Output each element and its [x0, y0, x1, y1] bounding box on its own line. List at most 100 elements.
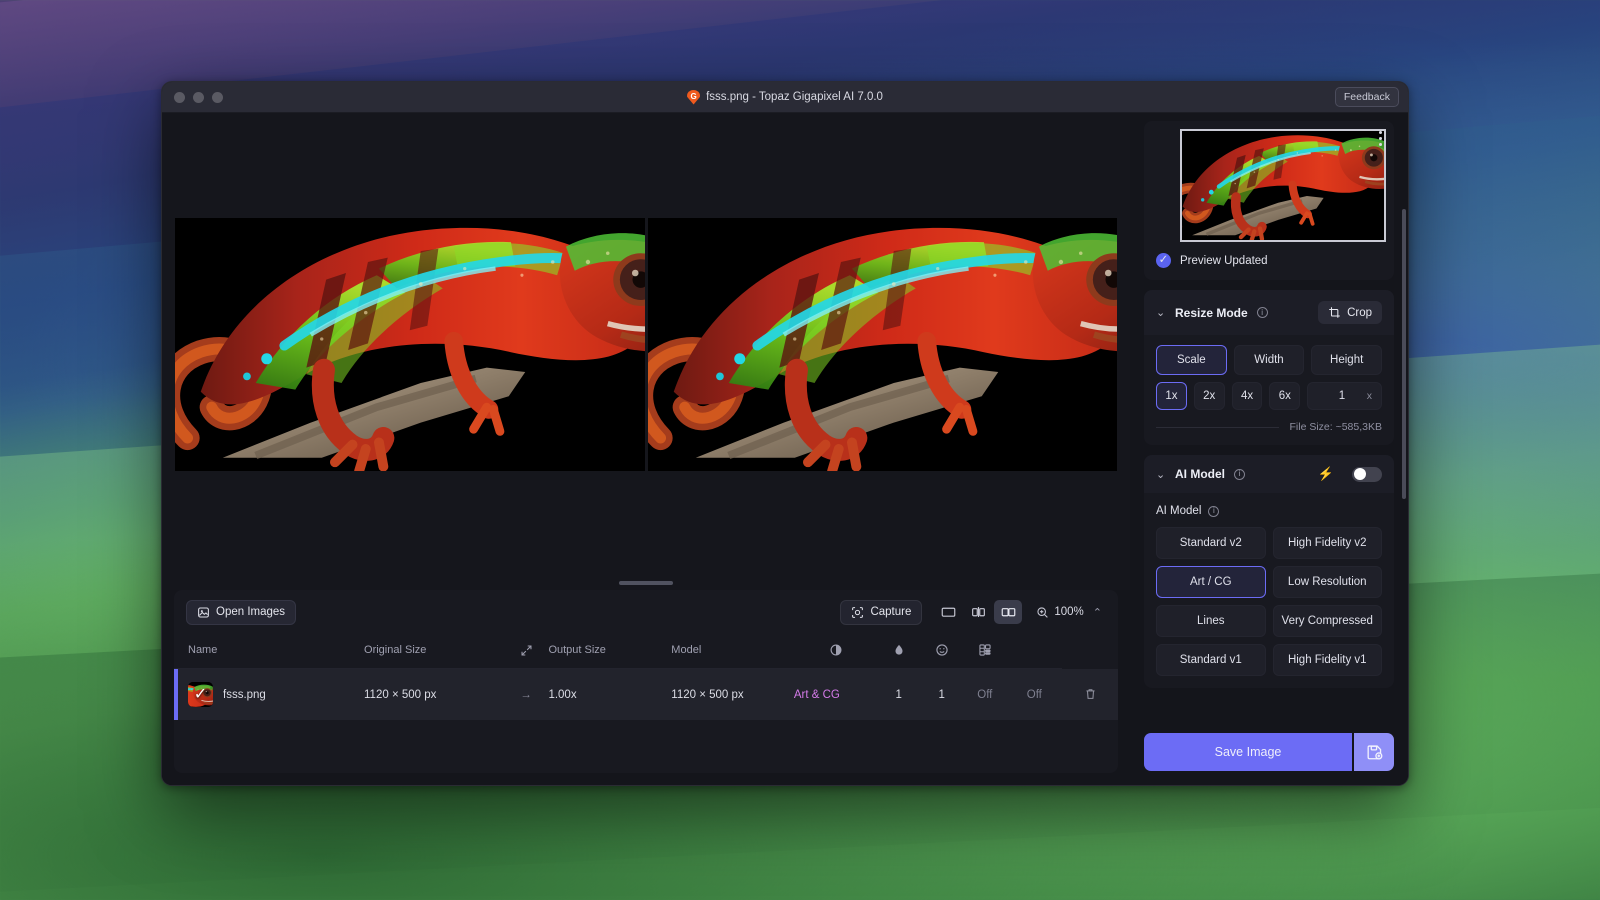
open-images-button[interactable]: Open Images [186, 600, 296, 625]
resize-mode-options[interactable]: Scale Width Height [1156, 345, 1382, 375]
chevron-down-icon[interactable]: ⌄ [1156, 468, 1166, 481]
color-adjust-icon[interactable] [963, 634, 1006, 669]
column-header-output-size[interactable]: Output Size [548, 634, 671, 669]
model-lines[interactable]: Lines [1156, 605, 1266, 637]
table-row[interactable]: ✓ fsss.png 1120 × 500 px → 1.00x 1120 × … [174, 669, 1118, 721]
resize-mode-header[interactable]: ⌄ Resize Mode i Crop [1144, 290, 1394, 335]
application-window: G fsss.png - Topaz Gigapixel AI 7.0.0 Fe… [161, 81, 1409, 786]
resize-mode-width[interactable]: Width [1234, 345, 1305, 375]
scale-preset-1x[interactable]: 1x [1156, 382, 1187, 410]
row-delete-button[interactable] [1062, 669, 1118, 721]
row-denoise-value[interactable]: 1 [920, 669, 963, 721]
row-color-adjust-value[interactable]: Off [1006, 669, 1062, 721]
resize-mode-scale[interactable]: Scale [1156, 345, 1227, 375]
table-body: ✓ fsss.png 1120 × 500 px → 1.00x 1120 × … [174, 669, 1118, 721]
image-icon [197, 606, 210, 619]
scale-preset-options[interactable]: 1x 2x 4x 6x 1 x [1156, 382, 1382, 410]
model-very-compressed[interactable]: Very Compressed [1273, 605, 1383, 637]
processed-image-pane[interactable] [648, 218, 1118, 471]
custom-scale-value: 1 [1317, 390, 1367, 402]
window-title: G fsss.png - Topaz Gigapixel AI 7.0.0 [162, 90, 1408, 105]
ai-model-header[interactable]: ⌄ AI Model i ⚡ [1144, 455, 1394, 493]
image-table: Name Original Size Output Size Model [174, 634, 1118, 720]
resize-mode-title: Resize Mode [1175, 306, 1248, 320]
original-image-pane[interactable] [175, 218, 645, 471]
comparison-viewer[interactable] [162, 113, 1130, 576]
split-view-button[interactable] [964, 600, 992, 624]
resize-mode-section: ⌄ Resize Mode i Crop [1144, 290, 1394, 445]
zoom-in-icon[interactable] [1036, 606, 1049, 619]
scale-preset-2x[interactable]: 2x [1194, 382, 1225, 410]
save-image-button[interactable]: Save Image [1144, 733, 1352, 771]
denoise-icon[interactable] [877, 634, 920, 669]
row-output-size: 1120 × 500 px [671, 669, 794, 721]
ai-model-title: AI Model [1175, 467, 1225, 481]
minimize-button[interactable] [193, 92, 204, 103]
ai-model-grid[interactable]: Standard v2 High Fidelity v2 Art / CG Lo… [1156, 527, 1382, 676]
maximize-button[interactable] [212, 92, 223, 103]
row-model[interactable]: Art & CG [794, 669, 877, 721]
model-high-fidelity-v1[interactable]: High Fidelity v1 [1273, 644, 1383, 676]
side-by-side-view-button[interactable] [994, 600, 1022, 624]
row-sharpen-value[interactable]: 1 [877, 669, 920, 721]
panel-resize-handle[interactable] [162, 576, 1130, 590]
row-arrow-icon: → [504, 669, 549, 721]
column-header-name[interactable]: Name [174, 634, 364, 669]
title-bar: G fsss.png - Topaz Gigapixel AI 7.0.0 Fe… [162, 82, 1408, 113]
ai-model-sub-label-row: AI Model i [1156, 505, 1382, 517]
info-icon[interactable]: i [1257, 307, 1268, 318]
window-title-text: fsss.png - Topaz Gigapixel AI 7.0.0 [706, 91, 883, 103]
image-canvas-area[interactable] [162, 113, 1130, 590]
chevron-down-icon[interactable]: ⌄ [1156, 306, 1166, 319]
ai-model-toggle[interactable] [1352, 467, 1382, 482]
close-button[interactable] [174, 92, 185, 103]
info-icon[interactable]: i [1208, 506, 1219, 517]
model-art-cg[interactable]: Art / CG [1156, 566, 1266, 598]
model-low-resolution[interactable]: Low Resolution [1273, 566, 1383, 598]
view-mode-group[interactable] [934, 600, 1022, 624]
feedback-button[interactable]: Feedback [1335, 87, 1399, 107]
window-controls[interactable] [174, 92, 223, 103]
save-settings-icon[interactable] [1354, 733, 1394, 771]
row-file-name: fsss.png [223, 689, 266, 701]
model-standard-v2[interactable]: Standard v2 [1156, 527, 1266, 559]
image-list-toolbar: Open Images Capture [174, 590, 1118, 634]
chevron-up-icon[interactable]: ⌃ [1089, 606, 1106, 619]
column-header-original-size[interactable]: Original Size [364, 634, 504, 669]
save-bar: Save Image [1130, 723, 1408, 785]
row-face-recovery-value[interactable]: Off [963, 669, 1006, 721]
custom-scale-input[interactable]: 1 x [1307, 382, 1382, 410]
crop-button[interactable]: Crop [1318, 301, 1382, 324]
gigapixel-logo-icon: G [687, 90, 700, 105]
preview-thumbnail[interactable] [1180, 129, 1386, 242]
model-high-fidelity-v2[interactable]: High Fidelity v2 [1273, 527, 1383, 559]
sharpen-icon[interactable] [794, 634, 877, 669]
column-header-model[interactable]: Model [671, 634, 794, 669]
crop-icon [1328, 306, 1341, 319]
row-thumbnail: ✓ [188, 682, 213, 707]
resize-mode-height[interactable]: Height [1311, 345, 1382, 375]
face-recovery-icon[interactable] [920, 634, 963, 669]
ai-model-body: AI Model i Standard v2 High Fidelity v2 … [1144, 493, 1394, 688]
more-vertical-icon[interactable] [1379, 131, 1382, 146]
scale-preset-4x[interactable]: 4x [1232, 382, 1263, 410]
file-size-label: File Size: ~585,3KB [1289, 421, 1382, 433]
single-view-button[interactable] [934, 600, 962, 624]
file-size-row: File Size: ~585,3KB [1156, 421, 1382, 433]
lightning-bolt-icon[interactable]: ⚡ [1318, 466, 1334, 482]
row-name-cell[interactable]: ✓ fsss.png [174, 669, 364, 721]
capture-button[interactable]: Capture [840, 600, 922, 625]
scale-preset-6x[interactable]: 6x [1269, 382, 1300, 410]
preview-card: ✓ Preview Updated [1144, 121, 1394, 280]
left-pane: Open Images Capture [162, 113, 1130, 785]
info-icon[interactable]: i [1234, 469, 1245, 480]
right-panel-scroll[interactable]: ✓ Preview Updated ⌄ Resize Mode i [1130, 113, 1408, 723]
preview-status: ✓ Preview Updated [1152, 242, 1386, 270]
selected-check-icon: ✓ [188, 682, 213, 707]
right-panel-scrollbar[interactable] [1402, 209, 1406, 499]
model-standard-v1[interactable]: Standard v1 [1156, 644, 1266, 676]
row-original-size: 1120 × 500 px [364, 669, 504, 721]
zoom-control[interactable]: 100% ⌃ [1036, 606, 1106, 619]
capture-label: Capture [870, 606, 911, 618]
right-panel: ✓ Preview Updated ⌄ Resize Mode i [1130, 113, 1408, 785]
